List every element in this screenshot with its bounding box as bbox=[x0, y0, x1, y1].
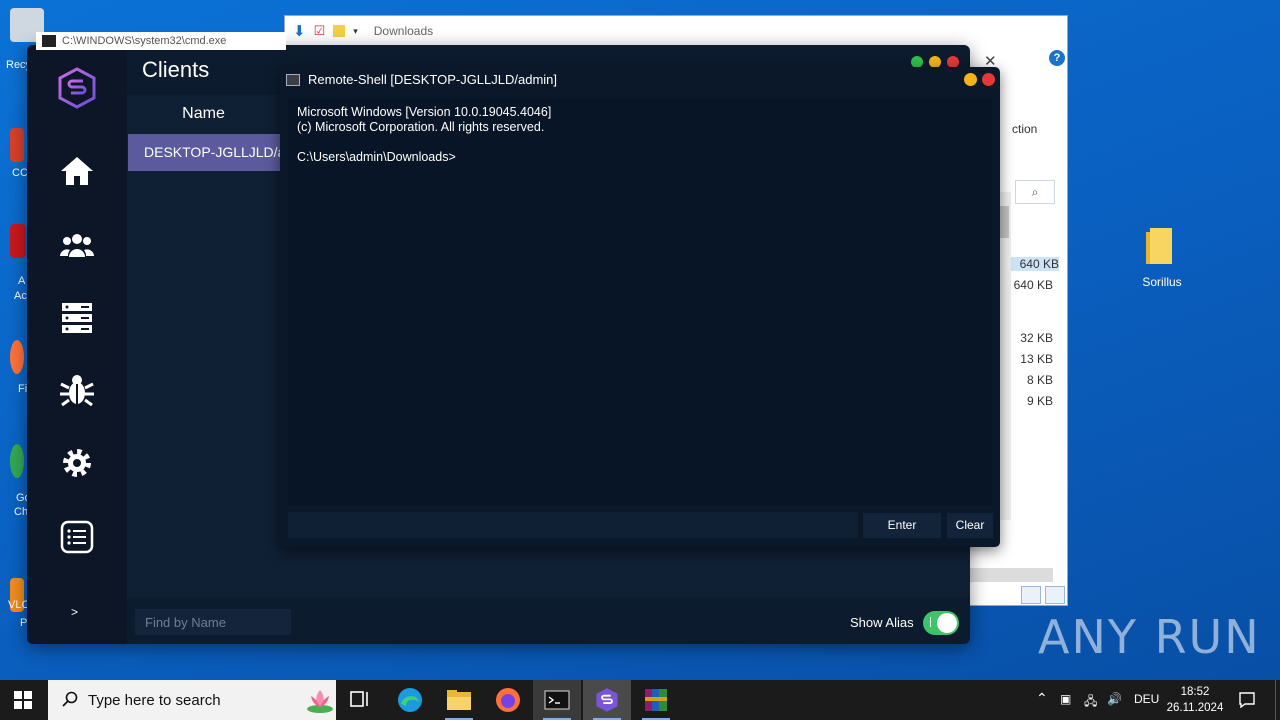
details-view-icon[interactable] bbox=[1021, 586, 1041, 604]
home-icon[interactable] bbox=[59, 153, 95, 189]
file-size: 8 KB bbox=[1026, 373, 1053, 387]
cmd-window-titlebar[interactable]: C:\WINDOWS\system32\cmd.exe bbox=[36, 32, 286, 50]
language-indicator[interactable]: DEU bbox=[1134, 692, 1159, 706]
desktop: Recy CC A Ac Fi Go Ch VLC P ⬇ ☑ ▾ Downlo… bbox=[0, 0, 1280, 680]
volume-icon[interactable]: 🔊 bbox=[1107, 692, 1122, 706]
users-icon[interactable] bbox=[59, 227, 95, 263]
file-explorer-icon bbox=[447, 690, 471, 710]
server-icon[interactable] bbox=[59, 300, 95, 336]
task-view-icon bbox=[350, 691, 368, 707]
bug-icon[interactable] bbox=[59, 372, 95, 408]
file-size: 32 KB bbox=[1020, 331, 1053, 345]
taskbar-search[interactable]: Type here to search bbox=[48, 680, 336, 720]
watermark: ANY RUN bbox=[1038, 610, 1261, 664]
shell-output[interactable]: Microsoft Windows [Version 10.0.19045.40… bbox=[288, 99, 992, 505]
properties-icon[interactable]: ☑ bbox=[314, 23, 326, 39]
taskbar-clock[interactable]: 18:52 26.11.2024 bbox=[1160, 684, 1230, 716]
desktop-label-ac: Ac bbox=[14, 290, 27, 302]
show-alias-label: Show Alias bbox=[850, 615, 914, 630]
meet-now-icon[interactable]: ▣ bbox=[1060, 692, 1071, 706]
quick-access-dropdown-icon[interactable]: ▾ bbox=[353, 26, 358, 37]
explorer-titlebar: ⬇ ☑ ▾ Downloads bbox=[285, 16, 1067, 46]
terminal-icon bbox=[42, 35, 56, 47]
taskbar-sorillus[interactable] bbox=[583, 680, 631, 720]
terminal-icon bbox=[286, 74, 300, 86]
shell-title: Remote-Shell [DESKTOP-JGLLJLD/admin] bbox=[308, 72, 558, 87]
show-hidden-icons-icon[interactable]: ⌃ bbox=[1036, 690, 1048, 707]
file-size: 13 KB bbox=[1020, 352, 1053, 366]
toggle-on-mark bbox=[930, 617, 931, 627]
logo-icon bbox=[58, 67, 96, 109]
terminal-icon bbox=[544, 690, 570, 710]
column-header-name[interactable]: Name bbox=[127, 105, 280, 123]
network-icon[interactable]: 🖧 bbox=[1084, 692, 1097, 713]
enter-button[interactable]: Enter bbox=[863, 513, 941, 538]
taskbar-explorer[interactable] bbox=[435, 680, 483, 720]
toggle-knob bbox=[937, 613, 957, 633]
list-icon[interactable] bbox=[59, 519, 95, 555]
firefox-icon bbox=[496, 688, 520, 712]
task-view-button[interactable] bbox=[336, 680, 384, 720]
taskbar: Type here to search ⌃ ▣ 🖧 🔊 DEU 18:52 26… bbox=[0, 680, 1280, 720]
page-title: Clients bbox=[142, 57, 210, 82]
clock-date: 26.11.2024 bbox=[1166, 702, 1224, 714]
sorillus-icon bbox=[596, 688, 618, 712]
clear-button[interactable]: Clear bbox=[947, 513, 993, 538]
edge-icon bbox=[398, 688, 422, 712]
ccleaner-icon[interactable] bbox=[10, 128, 24, 162]
remote-shell-window[interactable]: Remote-Shell [DESKTOP-JGLLJLD/admin] Mic… bbox=[280, 67, 1000, 547]
windows-start-icon[interactable] bbox=[14, 691, 32, 709]
folder-icon[interactable] bbox=[1144, 228, 1174, 266]
folder-icon bbox=[333, 25, 346, 37]
expand-sidebar-button[interactable]: > bbox=[71, 605, 78, 619]
help-icon[interactable]: ? bbox=[1049, 50, 1065, 66]
lotus-icon bbox=[307, 690, 333, 713]
taskbar-firefox[interactable] bbox=[484, 680, 532, 720]
acrobat-icon[interactable] bbox=[10, 224, 26, 258]
large-icons-view-icon[interactable] bbox=[1045, 586, 1065, 604]
cmd-window-title: C:\WINDOWS\system32\cmd.exe bbox=[62, 35, 227, 47]
download-arrow-icon: ⬇ bbox=[293, 23, 306, 40]
file-size: 640 KB bbox=[1013, 278, 1053, 292]
taskbar-winrar[interactable] bbox=[632, 680, 680, 720]
chrome-icon[interactable] bbox=[10, 444, 24, 478]
find-by-name-input[interactable] bbox=[135, 609, 291, 635]
desktop-label-cc: CC bbox=[12, 167, 28, 179]
show-desktop-button[interactable] bbox=[1275, 680, 1280, 720]
desktop-label-a: A bbox=[18, 275, 26, 287]
search-placeholder: Type here to search bbox=[88, 692, 221, 709]
notification-icon[interactable] bbox=[1238, 691, 1256, 709]
gear-icon[interactable] bbox=[59, 445, 95, 481]
clock-time: 18:52 bbox=[1180, 686, 1210, 698]
folder-label: Sorillus bbox=[1142, 275, 1182, 289]
desktop-label-ch: Ch bbox=[14, 506, 29, 518]
show-alias-toggle[interactable] bbox=[923, 611, 959, 635]
file-size: 9 KB bbox=[1026, 394, 1053, 408]
search-icon bbox=[62, 691, 78, 707]
winrar-icon bbox=[645, 689, 667, 711]
ribbon-text: ction bbox=[1012, 122, 1038, 136]
firefox-icon[interactable] bbox=[10, 340, 24, 374]
search-icon[interactable]: ⌕ bbox=[1015, 180, 1055, 204]
sidebar: > bbox=[27, 45, 127, 644]
scroll-thumb[interactable] bbox=[999, 206, 1009, 238]
desktop-label-fi: Fi bbox=[18, 383, 28, 395]
view-toggle bbox=[1021, 586, 1065, 604]
table-row[interactable]: DESKTOP-JGLLJLD/a... bbox=[128, 134, 280, 171]
explorer-address: Downloads bbox=[373, 24, 434, 38]
taskbar-edge[interactable] bbox=[386, 680, 434, 720]
minimize-window-button[interactable] bbox=[964, 73, 977, 86]
taskbar-cmd[interactable] bbox=[533, 680, 581, 720]
horizontal-scrollbar[interactable] bbox=[969, 568, 1053, 582]
command-input[interactable] bbox=[288, 512, 858, 538]
close-window-button[interactable] bbox=[982, 73, 995, 86]
file-size: 640 KB bbox=[1011, 257, 1059, 271]
